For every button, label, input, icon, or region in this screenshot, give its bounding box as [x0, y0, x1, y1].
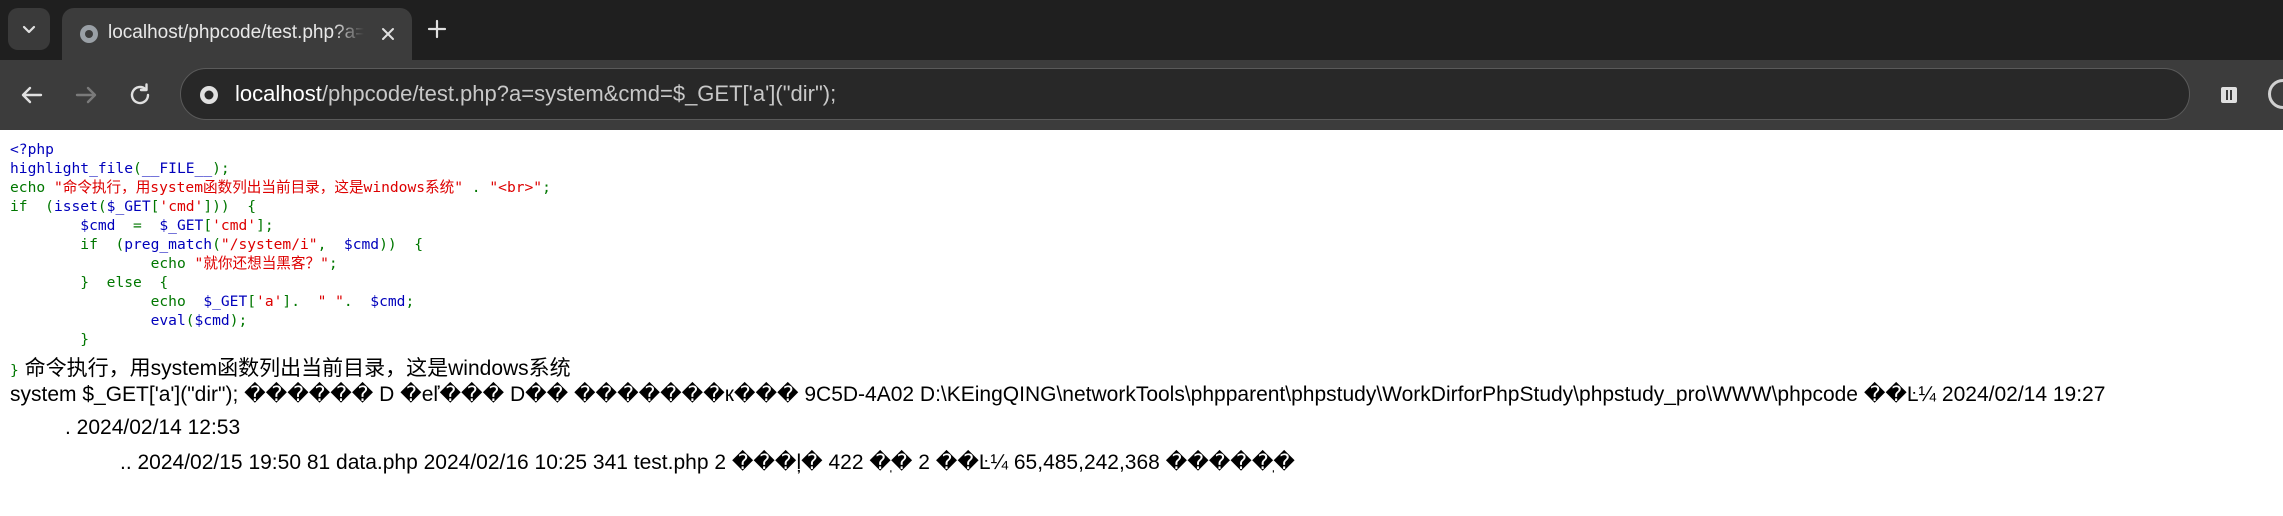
- code-token: ,: [317, 236, 344, 253]
- tab-active[interactable]: localhost/phpcode/test.php?a=system&cmd=…: [62, 8, 412, 60]
- code-token: if (: [80, 236, 125, 253]
- output-line: . 2024/02/14 12:53: [65, 416, 241, 439]
- code-token: $_GET: [159, 217, 204, 234]
- code-token: =: [115, 217, 160, 234]
- output-line: .. 2024/02/15 19:50 81 data.php 2024/02/…: [120, 451, 1295, 474]
- code-token: $_GET: [106, 198, 151, 215]
- output-line: system $_GET['a']("dir"); ������ D �еľ��…: [10, 383, 2106, 406]
- php-source-code: <?php highlight_file(__FILE__); echo "命令…: [10, 140, 551, 349]
- code-token: echo: [150, 255, 195, 272]
- code-token: preg_match: [124, 236, 213, 253]
- code-token: echo: [10, 179, 54, 196]
- code-token: }: [80, 331, 90, 348]
- code-token: "<br>": [489, 179, 543, 196]
- code-token: highlight_file: [10, 160, 134, 177]
- code-token: eval: [150, 312, 186, 329]
- code-token: $cmd: [80, 217, 116, 234]
- code-token: 'a': [256, 293, 283, 310]
- code-token: $cmd: [194, 312, 230, 329]
- page-content: <?php highlight_file(__FILE__); echo "命令…: [0, 130, 2283, 516]
- url-path: /phpcode/test.php?a=system&cmd=$_GET['a'…: [321, 81, 837, 106]
- code-token: 'cmd': [212, 217, 257, 234]
- code-token: );: [212, 160, 230, 177]
- code-token: isset: [53, 198, 98, 215]
- code-token: __FILE__: [141, 160, 213, 177]
- code-token: } else {: [80, 274, 169, 291]
- close-icon[interactable]: [378, 24, 398, 44]
- code-token: echo: [150, 293, 204, 310]
- code-token: 'cmd': [159, 198, 204, 215]
- forward-arrow-icon[interactable]: [70, 79, 102, 111]
- back-arrow-icon[interactable]: [16, 79, 48, 111]
- code-token: "/system/i": [220, 236, 318, 253]
- tab-strip: localhost/phpcode/test.php?a=system&cmd=…: [0, 0, 2283, 60]
- profile-icon[interactable]: [2268, 79, 2283, 109]
- output-heading-text: 命令执行，用system函数列出当前目录，这是windows系统: [18, 357, 571, 380]
- code-token: );: [229, 312, 248, 329]
- code-token: )) {: [379, 236, 424, 253]
- toolbar: localhost/phpcode/test.php?a=system&cmd=…: [0, 60, 2283, 130]
- url-host: localhost: [235, 81, 322, 106]
- code-token: .: [343, 293, 371, 310]
- chevron-down-icon: [22, 25, 36, 34]
- code-line: <?php: [10, 141, 54, 158]
- code-token: (: [133, 160, 142, 177]
- code-token: $_GET: [203, 293, 248, 310]
- reload-icon[interactable]: [124, 79, 156, 111]
- code-closing-brace: }: [10, 362, 19, 379]
- tab-search-button[interactable]: [8, 8, 50, 50]
- code-token: .: [463, 179, 490, 196]
- url-text[interactable]: localhost/phpcode/test.php?a=system&cmd=…: [235, 81, 836, 107]
- code-token: " ": [317, 293, 344, 310]
- code-token: (: [185, 312, 195, 329]
- code-token: "命令执行，用system函数列出当前目录，这是windows系统": [53, 179, 464, 196]
- code-token: ;: [542, 179, 551, 196]
- code-token: ;: [328, 255, 338, 272]
- code-token: ];: [256, 217, 274, 234]
- code-token: [: [247, 293, 257, 310]
- code-token: (: [97, 198, 107, 215]
- tab-title: localhost/phpcode/test.php?a=system&cmd=…: [108, 22, 364, 43]
- code-token: $cmd: [370, 293, 406, 310]
- code-token: if (: [10, 198, 54, 215]
- address-bar[interactable]: localhost/phpcode/test.php?a=system&cmd=…: [180, 68, 2190, 120]
- output-heading: } 命令执行，用system函数列出当前目录，这是windows系统: [10, 352, 571, 382]
- code-token: $cmd: [343, 236, 380, 253]
- code-token: (: [212, 236, 221, 253]
- plus-icon[interactable]: [424, 16, 450, 42]
- extension-icon[interactable]: [2218, 84, 2240, 106]
- code-token: ])) {: [203, 198, 257, 215]
- code-token: [: [203, 217, 213, 234]
- globe-icon: [80, 25, 98, 43]
- code-token: "就你还想当黑客？": [194, 255, 329, 272]
- code-token: ;: [405, 293, 415, 310]
- site-info-icon[interactable]: [197, 83, 221, 107]
- code-token: ].: [282, 293, 318, 310]
